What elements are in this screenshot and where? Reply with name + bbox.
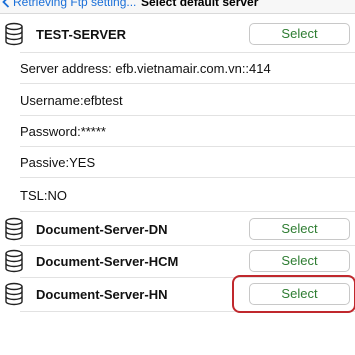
back-button[interactable]: Retrieving Ftp setting...: [2, 0, 136, 9]
passive-row: Passive:YES: [0, 147, 355, 177]
divider: [20, 177, 355, 178]
server-address: Server address: efb.vietnamair.com.vn::4…: [20, 60, 271, 76]
server-row-test-server[interactable]: TEST-SERVER Select: [0, 16, 355, 52]
back-button-label: Retrieving Ftp setting...: [13, 0, 137, 9]
select-button[interactable]: Select: [249, 218, 350, 240]
server-name: Document-Server-DN: [36, 221, 168, 237]
select-button[interactable]: Select: [249, 250, 350, 272]
server-row-hcm[interactable]: Document-Server-HCM Select: [0, 243, 355, 279]
password-row: Password:*****: [0, 116, 355, 146]
divider: [20, 311, 355, 312]
server-name: Document-Server-HN: [36, 286, 168, 302]
server-row-hn[interactable]: Document-Server-HN Select: [0, 276, 355, 312]
page-title: Select default server: [141, 0, 259, 9]
tsl-setting: TSL:NO: [20, 187, 67, 203]
username: Username:efbtest: [20, 92, 123, 108]
tsl-row: TSL:NO: [0, 180, 355, 210]
server-address-row: Server address: efb.vietnamair.com.vn::4…: [0, 53, 355, 83]
database-icon: [5, 282, 23, 306]
passive-mode: Passive:YES: [20, 154, 96, 170]
server-name: TEST-SERVER: [36, 26, 127, 42]
database-icon: [5, 249, 23, 273]
password: Password:*****: [20, 123, 106, 139]
username-row: Username:efbtest: [0, 85, 355, 115]
select-button[interactable]: Select: [249, 23, 350, 45]
navigation-bar: Retrieving Ftp setting... Select default…: [0, 0, 355, 14]
server-row-dn[interactable]: Document-Server-DN Select: [0, 211, 355, 247]
chevron-left-icon: [2, 0, 10, 8]
select-button[interactable]: Select: [249, 283, 350, 305]
divider: [20, 83, 355, 84]
database-icon: [5, 22, 23, 46]
database-icon: [5, 217, 23, 241]
server-name: Document-Server-HCM: [36, 253, 179, 269]
